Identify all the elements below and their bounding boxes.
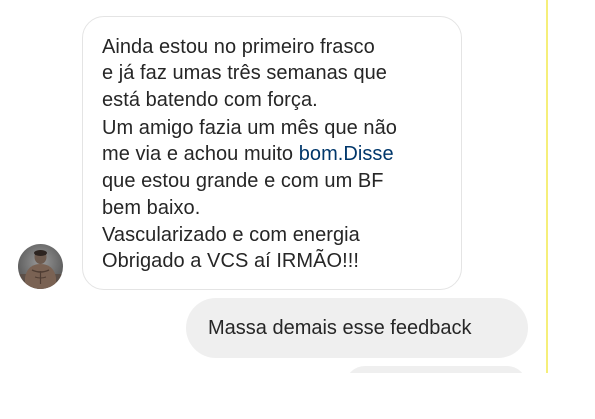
received-message-text: me via e achou muito <box>102 143 299 165</box>
window-edge-accent <box>546 0 548 373</box>
received-message-line: Obrigado a VCS aí IRMÃO!!! <box>102 250 359 272</box>
received-message-line: Um amigo fazia um mês que não <box>102 117 397 139</box>
received-message-line: Vascularizado e com energia <box>102 224 360 246</box>
received-message-line: está batendo com força. <box>102 89 318 111</box>
partial-sent-message-bubble[interactable] <box>345 366 527 373</box>
received-message-line: me via e achou muito bom.Disse <box>102 142 394 166</box>
chat-thread[interactable]: Ainda estou no primeiro frasco e já faz … <box>0 0 546 373</box>
sent-message-text: Massa demais esse feedback <box>208 317 472 339</box>
sender-avatar[interactable] <box>18 244 63 289</box>
screenshot-frame: Ainda estou no primeiro frasco e já faz … <box>0 0 595 419</box>
blank-margin <box>0 373 595 419</box>
received-message-line: que estou grande e com um BF <box>102 170 384 192</box>
profile-photo-icon <box>18 244 63 289</box>
message-link[interactable]: bom.Disse <box>299 143 394 165</box>
received-message-line: e já faz umas três semanas que <box>102 62 387 84</box>
received-message-line: bem baixo. <box>102 197 201 219</box>
received-message-line: Ainda estou no primeiro frasco <box>102 36 375 58</box>
